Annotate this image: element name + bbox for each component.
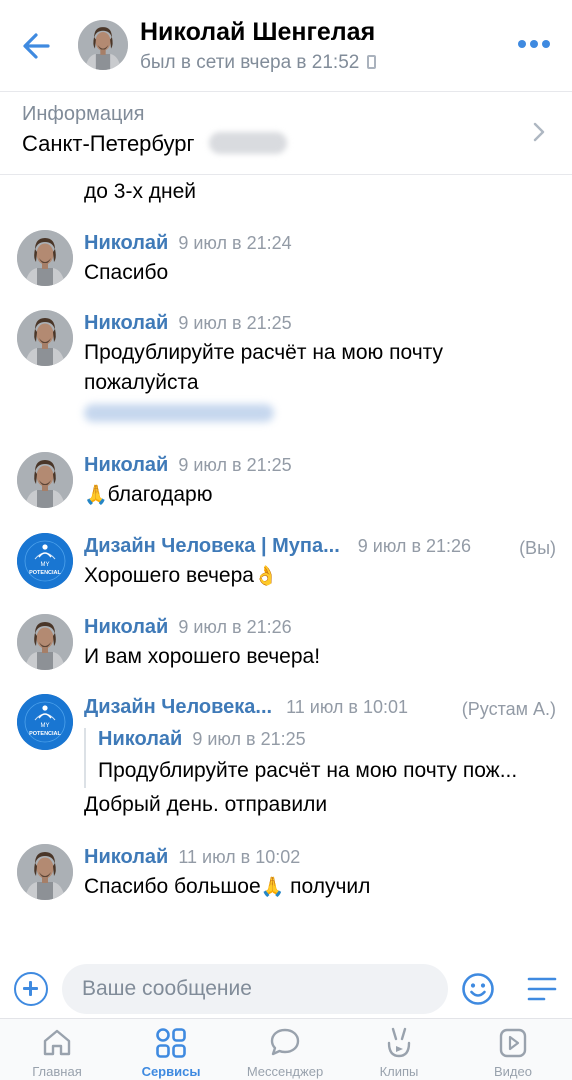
services-icon bbox=[156, 1028, 186, 1058]
emoji-smile-icon[interactable] bbox=[461, 972, 495, 1006]
message-header: Николай 9 июл в 21:25 bbox=[84, 454, 292, 477]
message-header: Николай 11 июл в 10:02 bbox=[84, 846, 300, 869]
author-name[interactable]: Николай bbox=[84, 232, 168, 254]
author-name[interactable]: Дизайн Человека... bbox=[84, 696, 272, 718]
info-city: Санкт-Петербург bbox=[22, 131, 287, 157]
message-time: 9 июл в 21:25 bbox=[178, 313, 292, 333]
logo-text: POTENCIAL bbox=[29, 731, 61, 737]
home-icon bbox=[43, 1029, 71, 1056]
avatar[interactable] bbox=[78, 20, 128, 70]
message-time: 9 июл в 21:25 bbox=[178, 455, 292, 475]
message-header: Николай 9 июл в 21:25 bbox=[84, 312, 292, 335]
tab-home[interactable]: Главная bbox=[0, 1019, 114, 1080]
city-text: Санкт-Петербург bbox=[22, 131, 195, 156]
message-time: 11 июл в 10:02 bbox=[178, 847, 301, 867]
message-text: Добрый день. отправили bbox=[84, 793, 328, 816]
message-text: Спасибо bbox=[84, 261, 169, 284]
avatar[interactable] bbox=[17, 614, 73, 670]
avatar[interactable] bbox=[17, 310, 73, 366]
author-name[interactable]: Дизайн Человека | Mупа... bbox=[84, 535, 340, 557]
attach-plus-icon[interactable] bbox=[14, 972, 48, 1006]
message-text: Продублируйте расчёт на мою почту пожалу… bbox=[84, 341, 444, 394]
reply-time: 9 июл в 21:25 bbox=[192, 729, 306, 749]
message-text: до 3-х дней bbox=[84, 180, 197, 203]
tab-label: Главная bbox=[32, 1064, 82, 1079]
message-text: Хорошего вечера👌 bbox=[84, 561, 554, 591]
message-time: 9 июл в 21:26 bbox=[178, 617, 292, 637]
tab-label: Видео bbox=[494, 1064, 532, 1079]
logo-text: POTENCIAL bbox=[29, 570, 61, 576]
tab-messenger[interactable]: Мессенджер bbox=[228, 1019, 342, 1080]
message-header: Николай 9 июл в 21:26 bbox=[84, 616, 292, 639]
ok-hand-emoji-icon: 👌 bbox=[253, 566, 278, 587]
praying-hands-emoji-icon: 🙏 bbox=[260, 877, 285, 898]
last-seen-status: был в сети вчера в 21:52 bbox=[140, 52, 377, 74]
avatar[interactable] bbox=[17, 844, 73, 900]
sender-note: (Вы) bbox=[519, 538, 556, 558]
mobile-phone-icon bbox=[367, 55, 377, 69]
author-name[interactable]: Николай bbox=[84, 454, 168, 476]
author-name[interactable]: Николай bbox=[84, 616, 168, 638]
message-text-part: получил bbox=[284, 875, 371, 898]
contact-name[interactable]: Николай Шенгелая bbox=[140, 18, 375, 47]
tab-services[interactable]: Сервисы bbox=[114, 1019, 228, 1080]
clips-icon bbox=[387, 1027, 411, 1058]
info-bar[interactable]: Информация Санкт-Петербург bbox=[0, 93, 572, 175]
chat-icon bbox=[270, 1028, 300, 1056]
more-options-button[interactable] bbox=[518, 40, 550, 50]
avatar[interactable]: MY POTENCIAL bbox=[17, 694, 73, 750]
logo-text: MY bbox=[41, 723, 50, 729]
avatar[interactable] bbox=[17, 452, 73, 508]
reply-quote[interactable]: Николай 9 июл в 21:25 Продублируйте расчё… bbox=[84, 728, 544, 788]
avatar[interactable]: MY POTENCIAL bbox=[17, 533, 73, 589]
message-header: Дизайн Человека | Mупа... 9 июл в 21:26 bbox=[84, 535, 471, 558]
tab-label: Сервисы bbox=[141, 1064, 201, 1079]
reply-author: Николай bbox=[98, 728, 183, 750]
avatar[interactable] bbox=[17, 230, 73, 286]
chevron-right-icon bbox=[533, 122, 545, 142]
author-name[interactable]: Николай bbox=[84, 312, 168, 334]
blurred-email-link[interactable] bbox=[84, 404, 274, 427]
message-header: Николай 9 июл в 21:24 bbox=[84, 232, 292, 255]
blurred-text bbox=[208, 132, 287, 154]
message-time: 9 июл в 21:24 bbox=[178, 233, 292, 253]
message-text-part: Спасибо большое bbox=[84, 875, 261, 898]
message-header: Дизайн Человека... 11 июл в 10:01 bbox=[84, 696, 408, 719]
message-time: 9 июл в 21:26 bbox=[357, 536, 472, 556]
video-icon bbox=[499, 1028, 527, 1058]
keyboard-menu-icon[interactable] bbox=[526, 974, 558, 1004]
tab-label: Клипы bbox=[379, 1064, 419, 1079]
sender-note: (Рустам А.) bbox=[461, 699, 556, 719]
chat-header: Николай Шенгелая был в сети вчера в 21:5… bbox=[0, 0, 572, 92]
bottom-tab-bar: Главная Сервисы Мессенджер Клипы Видео bbox=[0, 1018, 572, 1080]
message-feed[interactable]: до 3-х дней Николай 9 июл в 21:24 Спасибо… bbox=[0, 176, 572, 961]
message-text: 🙏благодарю bbox=[84, 480, 554, 510]
message-input[interactable] bbox=[62, 964, 448, 1014]
tab-video[interactable]: Видео bbox=[456, 1019, 570, 1080]
message-composer bbox=[0, 962, 572, 1018]
message-text-body: Хорошего вечера bbox=[84, 564, 254, 587]
message-time: 11 июл в 10:01 bbox=[286, 697, 409, 717]
logo-text: MY bbox=[41, 562, 50, 568]
message-text: И вам хорошего вечера! bbox=[84, 645, 321, 668]
tab-label: Мессенджер bbox=[246, 1064, 324, 1079]
reply-text: Продублируйте расчёт на мою почту пож... bbox=[98, 759, 518, 782]
reply-header: Николай 9 июл в 21:25 bbox=[98, 728, 544, 751]
back-arrow-icon[interactable] bbox=[18, 28, 58, 64]
message-text-body: благодарю bbox=[107, 483, 213, 506]
info-label: Информация bbox=[22, 103, 145, 125]
tab-clips[interactable]: Клипы bbox=[342, 1019, 456, 1080]
author-name[interactable]: Николай bbox=[84, 846, 168, 868]
last-seen-text: был в сети вчера в 21:52 bbox=[140, 52, 360, 73]
message-text: Спасибо большое🙏 получил bbox=[84, 872, 554, 902]
praying-hands-emoji-icon: 🙏 bbox=[84, 485, 108, 506]
